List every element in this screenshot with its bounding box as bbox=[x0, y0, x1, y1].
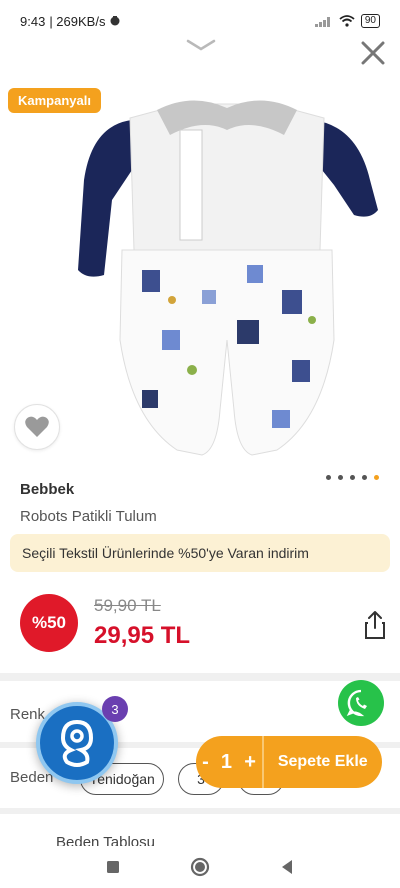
share-button[interactable] bbox=[360, 608, 390, 642]
battery-icon: 90 bbox=[360, 14, 380, 28]
quantity-minus-button[interactable]: - bbox=[202, 751, 209, 774]
pagination-dot[interactable] bbox=[350, 475, 355, 480]
wifi-icon bbox=[339, 15, 355, 27]
notification-icon bbox=[110, 16, 120, 26]
image-pagination bbox=[326, 475, 379, 480]
pagination-dot[interactable] bbox=[338, 475, 343, 480]
status-right: 90 bbox=[314, 14, 380, 28]
status-bar: 9:43 | 269KB/s 90 bbox=[0, 0, 400, 42]
heart-icon bbox=[25, 416, 49, 437]
whatsapp-button[interactable] bbox=[338, 680, 384, 726]
promo-banner[interactable]: Seçili Tekstil Ürünlerinde %50'ye Varan … bbox=[10, 534, 390, 572]
status-left: 9:43 | 269KB/s bbox=[20, 14, 121, 29]
cart-bar: - 1 + Sepete Ekle bbox=[196, 736, 382, 788]
color-label: Renk bbox=[10, 706, 46, 723]
close-icon bbox=[361, 41, 385, 65]
promo-text: Seçili Tekstil Ürünlerinde %50'ye Varan … bbox=[22, 545, 309, 561]
system-nav-bar bbox=[0, 846, 400, 888]
chevron-down-icon[interactable] bbox=[186, 38, 216, 52]
quantity-stepper: - 1 + bbox=[196, 736, 262, 788]
nav-circle-icon[interactable] bbox=[190, 857, 210, 877]
product-detail-screen: 9:43 | 269KB/s 90 Kampanyalı Bebbek Robo… bbox=[0, 0, 400, 888]
product-brand[interactable]: Bebbek bbox=[20, 481, 74, 498]
share-icon bbox=[365, 611, 385, 639]
quantity-value: 1 bbox=[220, 750, 233, 773]
close-button[interactable] bbox=[356, 36, 390, 70]
signal-icon bbox=[314, 17, 330, 27]
discount-badge: %50 bbox=[20, 594, 78, 652]
pagination-dot[interactable] bbox=[326, 475, 331, 480]
whatsapp-icon bbox=[346, 689, 367, 717]
favorite-button[interactable] bbox=[14, 404, 60, 450]
new-price: 29,95 TL bbox=[94, 622, 191, 649]
add-to-cart-button[interactable]: Sepete Ekle bbox=[264, 753, 383, 771]
old-price: 59,90 TL bbox=[94, 596, 161, 615]
nav-square-icon[interactable] bbox=[106, 860, 120, 874]
product-name: Robots Patikli Tulum bbox=[20, 508, 157, 525]
quantity-plus-button[interactable]: + bbox=[244, 751, 256, 774]
pagination-dot[interactable] bbox=[362, 475, 367, 480]
nav-back-icon[interactable] bbox=[280, 859, 294, 875]
app-logo-icon bbox=[60, 719, 94, 767]
notification-count-badge: 3 bbox=[102, 696, 128, 722]
network-speed: | 269KB/s bbox=[49, 13, 106, 29]
section-divider bbox=[0, 808, 400, 814]
product-image[interactable] bbox=[72, 90, 382, 470]
section-divider bbox=[0, 673, 400, 681]
status-time: 9:43 bbox=[20, 13, 46, 29]
pagination-dot[interactable] bbox=[374, 475, 379, 480]
